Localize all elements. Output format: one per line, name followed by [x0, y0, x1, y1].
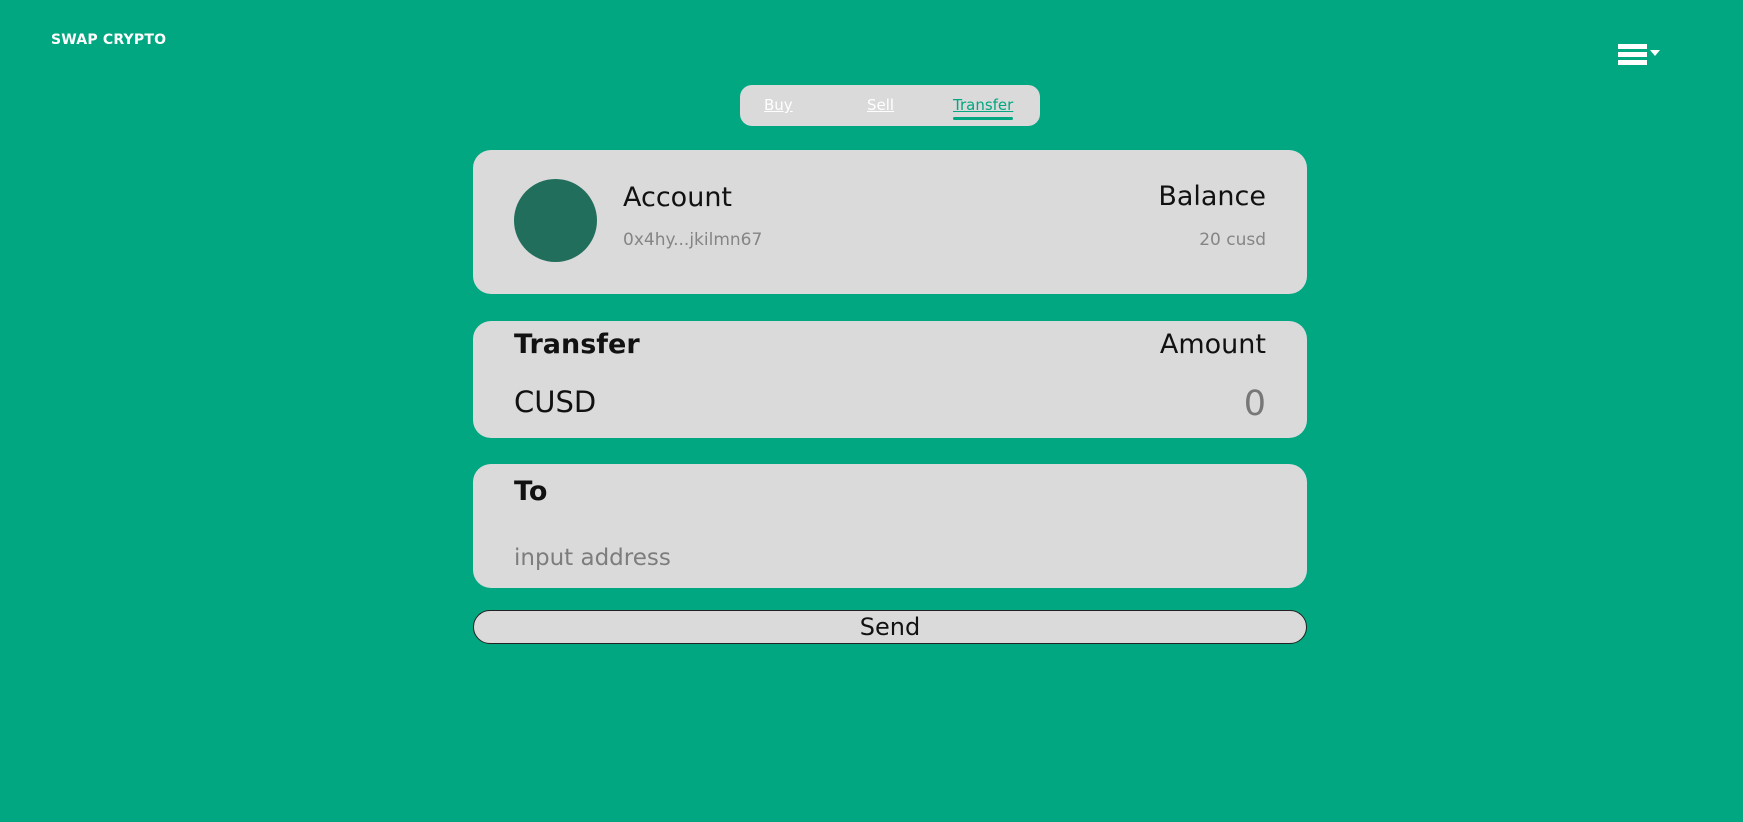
tab-sell[interactable]: Sell	[867, 96, 894, 114]
amount-label: Amount	[1159, 329, 1266, 360]
menu-button[interactable]	[1618, 42, 1662, 68]
account-address: 0x4hy...jkilmn67	[623, 230, 763, 250]
avatar	[514, 179, 597, 262]
amount-input[interactable]	[1066, 383, 1266, 425]
transfer-label: Transfer	[514, 329, 640, 360]
account-label: Account	[623, 182, 733, 213]
balance-label: Balance	[1158, 181, 1266, 212]
tab-transfer[interactable]: Transfer	[953, 96, 1014, 120]
caret-down-icon	[1650, 50, 1660, 56]
recipient-card: To	[473, 464, 1307, 588]
address-input[interactable]	[514, 542, 1214, 574]
trade-tabs: Buy Sell Transfer	[740, 85, 1040, 126]
hamburger-icon	[1618, 44, 1647, 67]
balance-value: 20 cusd	[1199, 230, 1266, 250]
currency-label: CUSD	[514, 385, 597, 419]
to-label: To	[514, 476, 548, 507]
send-button[interactable]: Send	[473, 610, 1307, 644]
account-card: Account 0x4hy...jkilmn67 Balance 20 cusd	[473, 150, 1307, 294]
brand-logo-text: SWAP CRYPTO	[51, 32, 167, 48]
transfer-card: Transfer CUSD Amount	[473, 321, 1307, 438]
tab-buy[interactable]: Buy	[764, 96, 793, 114]
